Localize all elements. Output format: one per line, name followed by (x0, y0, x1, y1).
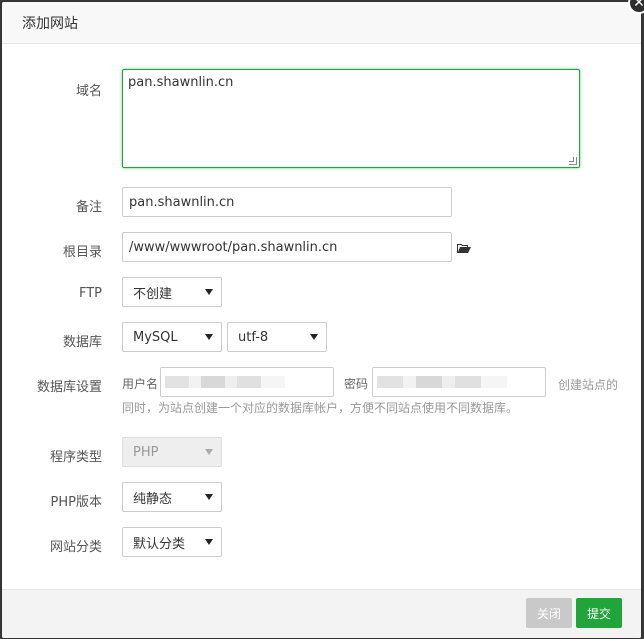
note-value: pan.shawnlin.cn (129, 194, 235, 210)
caret-down-icon (205, 289, 213, 295)
db-settings-label: 数据库设置 (36, 380, 102, 395)
database-charset-value: utf-8 (238, 329, 269, 345)
root-dir-value: /www/wwwroot/pan.shawnlin.cn (129, 239, 338, 255)
dialog-title: 添加网站 (22, 15, 78, 32)
root-dir-input[interactable]: /www/wwwroot/pan.shawnlin.cn (122, 232, 452, 262)
database-charset-select[interactable]: utf-8 (227, 322, 327, 352)
root-dir-label: 根目录 (62, 245, 102, 260)
db-settings-hint-line1: 创建站点的 (558, 378, 619, 392)
caret-down-icon (205, 539, 213, 545)
caret-down-icon (205, 449, 213, 455)
program-type-label: 程序类型 (49, 450, 102, 465)
php-version-value: 纯静态 (133, 491, 173, 507)
note-label: 备注 (75, 200, 102, 215)
db-username-input[interactable] (160, 367, 334, 397)
caret-down-icon (205, 494, 213, 500)
resize-grip-icon[interactable] (569, 157, 577, 165)
add-site-dialog: 添加网站 域名 pan.shawnlin.cn 备注 pan.shawnlin.… (2, 2, 641, 638)
caret-down-icon (310, 334, 318, 340)
submit-button[interactable]: 提交 (576, 598, 622, 628)
site-category-select[interactable]: 默认分类 (122, 527, 222, 557)
program-type-select: PHP (122, 437, 222, 467)
note-input[interactable]: pan.shawnlin.cn (122, 187, 452, 217)
db-password-label: 密码 (344, 377, 369, 391)
redacted-username (165, 376, 285, 388)
db-username-label: 用户名 (122, 377, 159, 391)
site-category-label: 网站分类 (49, 540, 102, 555)
db-settings-hint-line2: 同时，为站点创建一个对应的数据库帐户，方便不同站点使用不同数据库。 (122, 401, 519, 415)
dialog-header: 添加网站 (2, 2, 641, 44)
php-version-select[interactable]: 纯静态 (122, 482, 222, 512)
ftp-value: 不创建 (133, 286, 173, 302)
caret-down-icon (205, 334, 213, 340)
folder-open-icon[interactable] (457, 243, 471, 254)
close-button[interactable]: 关闭 (526, 598, 572, 628)
program-type-value: PHP (133, 444, 159, 460)
domain-label: 域名 (75, 84, 102, 99)
domain-value: pan.shawnlin.cn (128, 75, 234, 90)
database-type-select[interactable]: MySQL (122, 322, 222, 352)
database-label: 数据库 (62, 335, 102, 350)
site-category-value: 默认分类 (133, 536, 186, 552)
domain-textarea[interactable]: pan.shawnlin.cn (122, 69, 580, 168)
ftp-select[interactable]: 不创建 (122, 277, 222, 307)
php-version-label: PHP版本 (50, 495, 102, 510)
redacted-password (377, 376, 507, 388)
db-password-input[interactable] (372, 367, 546, 397)
ftp-label: FTP (78, 286, 102, 301)
database-type-value: MySQL (133, 329, 178, 345)
